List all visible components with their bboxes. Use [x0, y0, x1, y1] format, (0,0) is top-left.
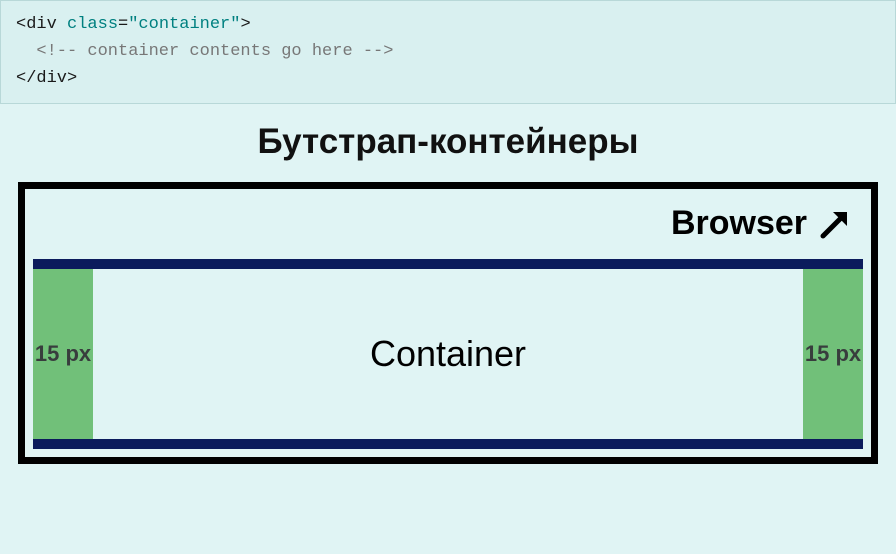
arrow-upright-icon — [817, 206, 853, 242]
container-label: Container — [370, 333, 526, 375]
padding-left-box: 15 px — [33, 269, 93, 439]
code-equals: = — [118, 15, 128, 34]
browser-label: Browser — [671, 204, 807, 243]
code-line-3: </div> — [16, 65, 880, 92]
code-close-bracket: > — [240, 15, 250, 34]
padding-right-box: 15 px — [803, 269, 863, 439]
container-center: Container — [93, 269, 803, 439]
code-open-tag: <div — [16, 15, 67, 34]
padding-right-label: 15 px — [805, 341, 861, 367]
container-block: 15 px Container 15 px — [33, 259, 863, 449]
padding-left-label: 15 px — [35, 341, 91, 367]
browser-diagram: Browser 15 px Container 15 px — [18, 182, 878, 464]
code-comment: <!-- container contents go here --> — [36, 42, 393, 61]
code-block: <div class="container"> <!-- container c… — [0, 0, 896, 104]
page-title: Бутстрап-контейнеры — [0, 122, 896, 162]
code-class-value: "container" — [128, 15, 240, 34]
browser-header-row: Browser — [25, 189, 871, 259]
code-class-keyword: class — [67, 15, 118, 34]
code-closing-tag: </div> — [16, 69, 77, 88]
code-line-2: <!-- container contents go here --> — [16, 38, 880, 65]
code-line-1: <div class="container"> — [16, 11, 880, 38]
